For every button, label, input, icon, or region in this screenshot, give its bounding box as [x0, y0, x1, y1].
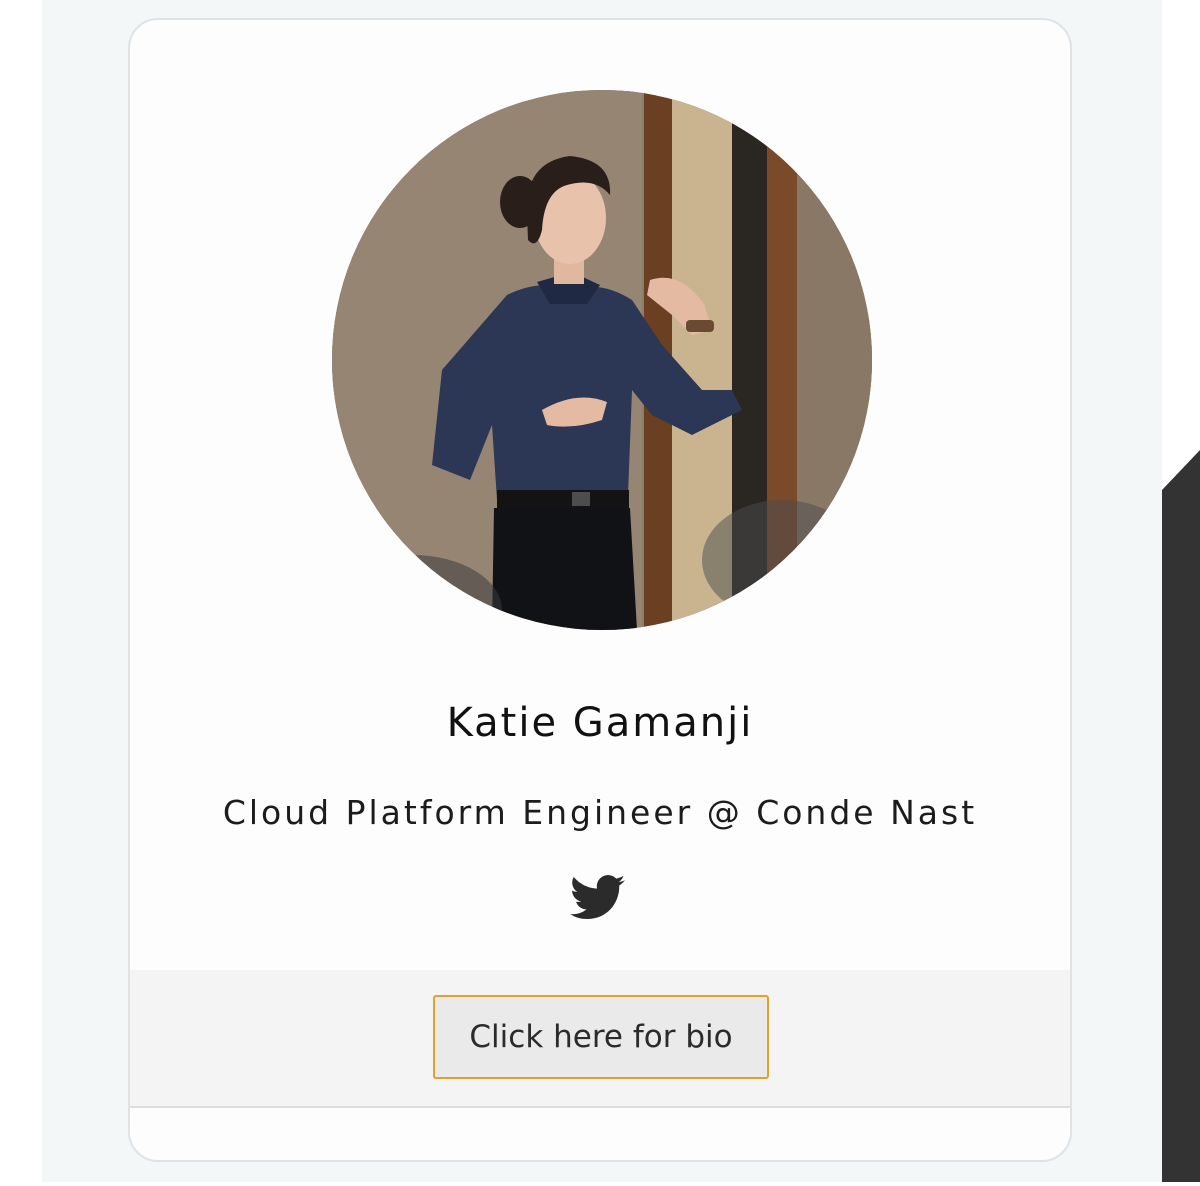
- card-footer: Click here for bio: [130, 970, 1070, 1108]
- twitter-link[interactable]: [570, 874, 626, 922]
- twitter-icon: [570, 874, 626, 922]
- speaker-title: Cloud Platform Engineer @ Conde Nast: [222, 793, 978, 832]
- bio-button[interactable]: Click here for bio: [433, 995, 769, 1079]
- speaker-name: Katie Gamanji: [446, 700, 754, 746]
- speaker-photo: [332, 90, 872, 630]
- speaker-card: Katie Gamanji Cloud Platform Engineer @ …: [128, 18, 1072, 1162]
- scroll-corner-element[interactable]: [1162, 450, 1200, 1182]
- speaker-photo-illustration: [332, 90, 872, 630]
